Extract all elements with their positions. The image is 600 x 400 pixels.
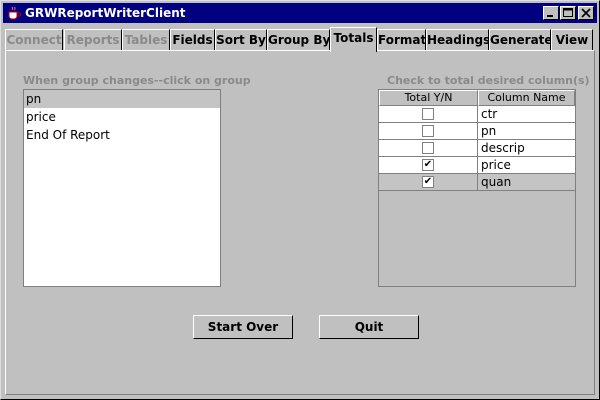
tab-generate[interactable]: Generate [489,29,551,51]
tab-label: View [555,33,589,47]
tab-group-by[interactable]: Group By [267,29,330,51]
tab-label: Reports [66,33,120,47]
tab-label: Fields [172,33,213,47]
group-list-item[interactable]: End Of Report [24,126,220,144]
tab-label: Generate [490,33,551,47]
table-row[interactable]: pn [379,123,575,140]
total-checkbox[interactable]: ✔ [422,176,434,188]
column-name-cell: ctr [481,107,498,121]
quit-button[interactable]: Quit [319,315,419,339]
total-yn-cell [379,106,478,122]
totals-panel: When group changes--click on group pn pri… [5,50,595,395]
tab-bar: Connect Reports Tables Fields Sort By Gr… [5,27,597,52]
tab-sort-by[interactable]: Sort By [215,29,267,51]
tab-label: Sort By [216,33,266,47]
maximize-button[interactable] [560,6,576,20]
group-list-item[interactable]: price [24,108,220,126]
total-yn-cell: ✔ [379,174,478,190]
tab-label: Headings [427,33,489,47]
tab-connect[interactable]: Connect [5,29,63,51]
column-name-cell: quan [481,175,512,189]
total-checkbox[interactable] [422,125,434,137]
tab-format[interactable]: Format [377,29,426,51]
tab-label: Format [378,33,426,47]
tab-totals[interactable]: Totals [330,27,377,52]
tab-view[interactable]: View [551,29,593,51]
tab-label: Connect [6,33,62,47]
start-over-button[interactable]: Start Over [193,315,293,339]
column-name-header[interactable]: Column Name [478,90,575,106]
totals-table-label: Check to total desired column(s) [387,74,590,87]
total-checkbox[interactable] [422,108,434,120]
total-checkbox[interactable] [422,142,434,154]
column-name-cell: pn [481,124,497,138]
tab-label: Totals [333,31,374,45]
table-row[interactable]: ✔ quan [379,174,575,191]
tab-label: Tables [124,33,168,47]
close-button[interactable] [578,6,594,20]
total-yn-cell [379,123,478,139]
group-list-label: When group changes--click on group [23,74,251,87]
totals-table[interactable]: Total Y/N Column Name ctr pn descrip ✔ price… [378,89,576,287]
tab-reports[interactable]: Reports [64,29,122,51]
total-yn-header[interactable]: Total Y/N [379,90,478,106]
total-checkbox[interactable]: ✔ [422,159,434,171]
table-row[interactable]: ✔ price [379,157,575,174]
window-title: GRWReportWriterClient [25,6,186,20]
tab-fields[interactable]: Fields [170,29,215,51]
minimize-button[interactable] [543,6,559,20]
column-name-cell: descrip [481,141,525,155]
tab-label: Group By [268,33,330,47]
tab-headings[interactable]: Headings [426,29,489,51]
java-cup-icon [6,5,22,21]
group-list[interactable]: pn price End Of Report [23,89,221,287]
group-list-item[interactable]: pn [24,90,220,108]
title-bar[interactable]: GRWReportWriterClient [3,3,597,23]
total-yn-cell: ✔ [379,157,478,173]
total-yn-cell [379,140,478,156]
column-name-cell: price [481,158,511,172]
application-window: GRWReportWriterClient Connect Reports Ta… [0,0,600,400]
table-row[interactable]: descrip [379,140,575,157]
table-row[interactable]: ctr [379,106,575,123]
tab-tables[interactable]: Tables [122,29,170,51]
